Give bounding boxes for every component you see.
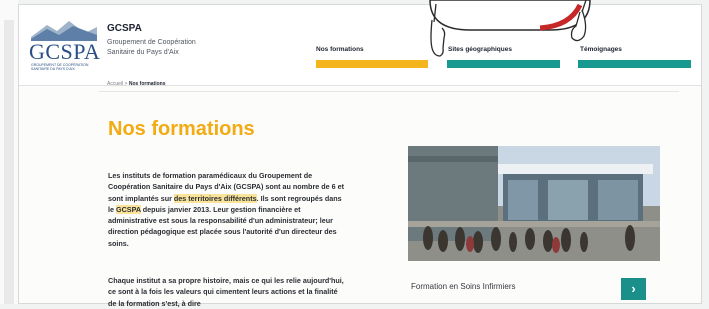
cartoon-mascot-icon (429, 0, 591, 57)
intro-text-3: depuis janvier 2013. Leur gestion financ… (108, 204, 337, 248)
intro-highlight-gcspa[interactable]: GCSPA (116, 204, 141, 214)
breadcrumb-current: Nos formations (128, 81, 166, 87)
site-logo[interactable]: GCSPA GROUPEMENT DE COOPÉRATION SANITAIR… (29, 17, 101, 71)
breadcrumb-divider (99, 91, 679, 92)
nav-item-formations[interactable]: Nos formations (316, 46, 364, 53)
left-page-sliver (0, 0, 18, 304)
formation-arrow-button[interactable]: › (621, 278, 646, 300)
institute-photo (408, 146, 660, 261)
chevron-right-icon: › (631, 281, 636, 296)
org-title: GCSPA (107, 23, 142, 34)
formation-link-label[interactable]: Formation en Soins Infirmiers (411, 282, 515, 291)
breadcrumb-home[interactable]: Accueil (107, 81, 123, 87)
building-photo-image (408, 146, 660, 261)
breadcrumb: Accueil > Nos formations (107, 81, 166, 87)
logo-tagline: GROUPEMENT DE COOPÉRATION SANITAIRE DU P… (31, 63, 89, 71)
logo-wordmark: GCSPA (29, 39, 101, 64)
org-subtitle: Groupement de Coopération Sanitaire du P… (107, 39, 196, 56)
breadcrumb-separator: > (124, 81, 128, 87)
mountain-logo-icon (31, 21, 97, 41)
intro-highlight-territoires[interactable]: des territoires différents (173, 193, 257, 203)
intro-paragraph: Les instituts de formation paramédicaux … (108, 170, 348, 249)
page-title: Nos formations (108, 118, 255, 140)
